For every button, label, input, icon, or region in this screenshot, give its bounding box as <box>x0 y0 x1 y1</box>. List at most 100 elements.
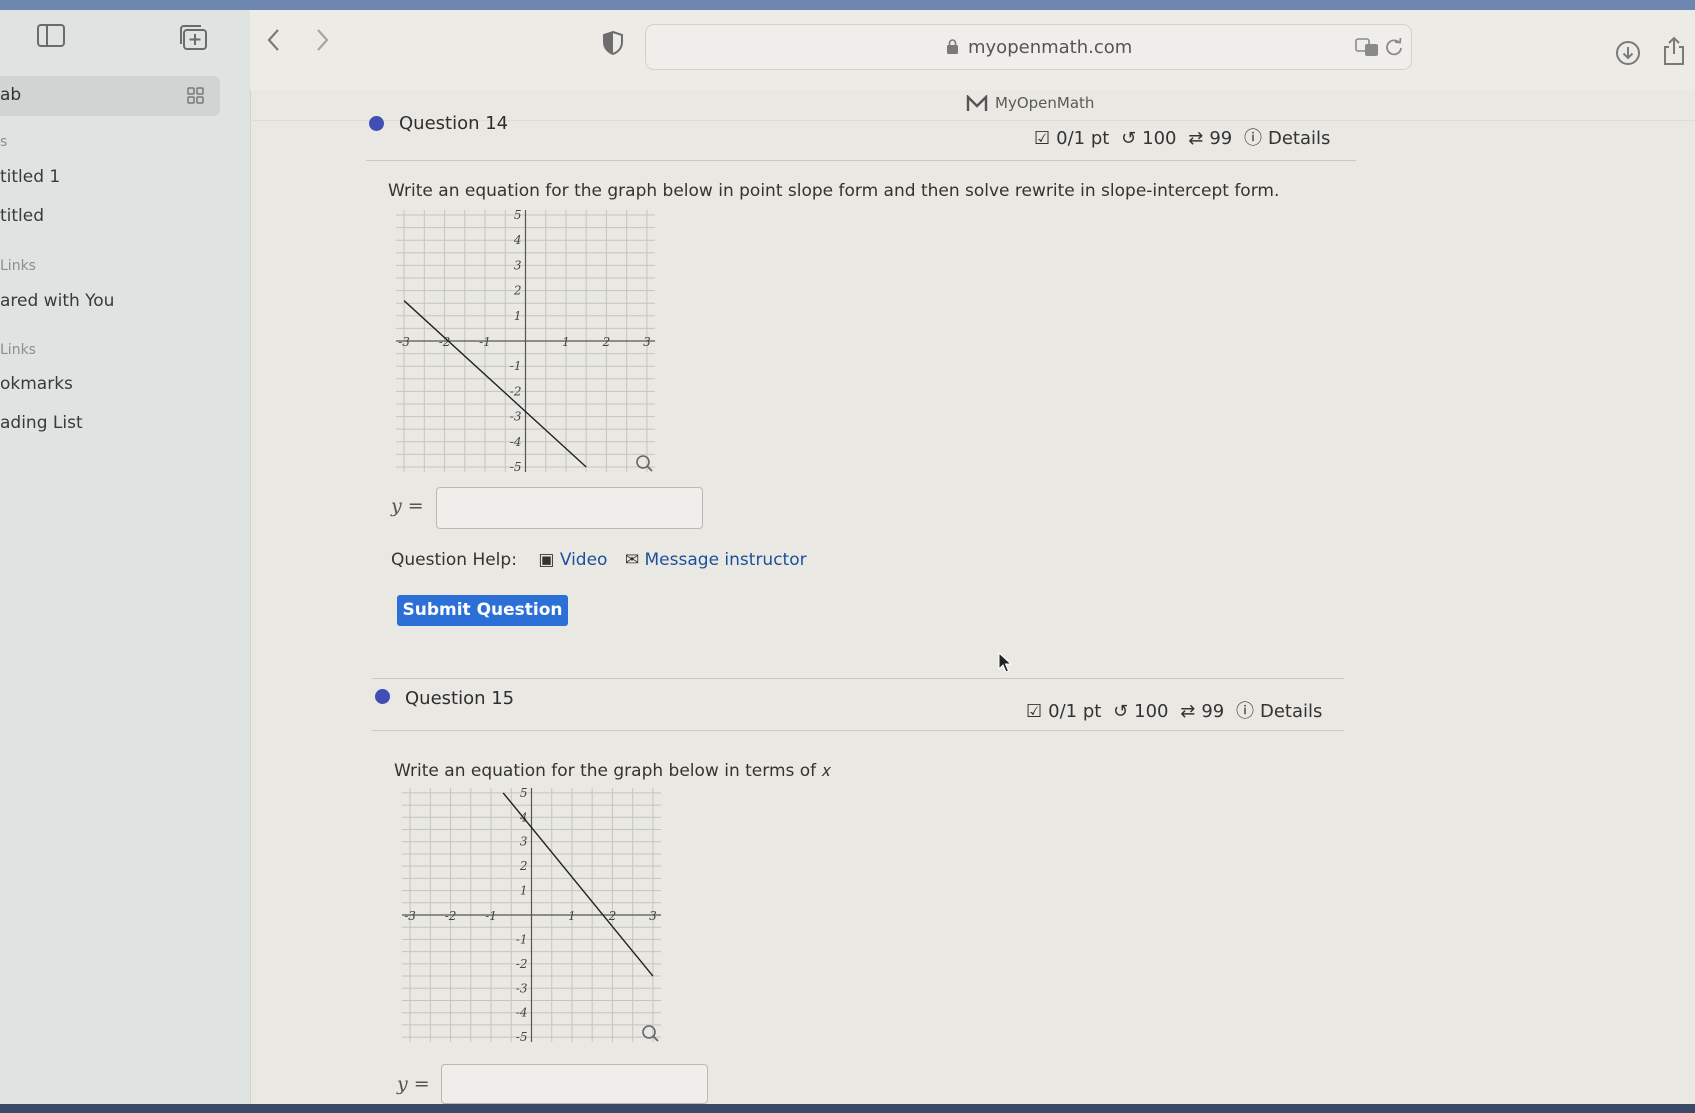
y-tick-label: -4 <box>516 1006 528 1020</box>
x-tick-label: -3 <box>404 909 416 923</box>
mail-icon[interactable]: ✉ <box>625 550 639 570</box>
forward-icon[interactable] <box>312 26 332 54</box>
message-instructor-link[interactable]: Message instructor <box>645 550 807 570</box>
retry-icon: ↺ <box>1121 128 1137 149</box>
question-14-retries: 100 <box>1142 128 1177 149</box>
y-tick-label: -5 <box>510 460 522 474</box>
question-14-meta: ☑ 0/1 pt ↺ 100 ⇄ 99 ⓘ Details <box>1034 124 1336 150</box>
address-bar[interactable]: myopenmath.com <box>645 24 1412 70</box>
myopenmath-logo-icon <box>966 95 988 111</box>
score-icon: ☑ <box>1034 128 1051 149</box>
y-tick-label: -1 <box>516 932 528 946</box>
y-tick-label: 1 <box>514 309 522 323</box>
question-14-divider <box>366 160 1356 161</box>
y-tick-label: 1 <box>520 884 528 898</box>
sidebar-item-untitled-1[interactable]: titled 1 <box>0 167 60 187</box>
x-tick-label: -1 <box>479 335 491 349</box>
question-15-divider <box>372 730 1344 731</box>
sidebar-tab-row[interactable]: ab <box>0 76 220 116</box>
question-15-details-link[interactable]: Details <box>1260 701 1322 722</box>
y-tick-label: -5 <box>516 1030 528 1044</box>
y-tick-label: 3 <box>520 835 528 849</box>
sidebar-item-reading-list[interactable]: ading List <box>0 413 83 433</box>
y-tick-label: -4 <box>510 435 522 449</box>
back-icon[interactable] <box>264 26 284 54</box>
attempts-icon: ⇄ <box>1188 128 1204 149</box>
y-tick-label: 5 <box>514 208 522 222</box>
question-15-retries: 100 <box>1134 701 1169 722</box>
x-tick-label: 3 <box>643 335 651 349</box>
question-15-answer-label: y = <box>397 1073 430 1095</box>
sidebar-item-shared-with-you[interactable]: ared with You <box>0 291 114 311</box>
question-14-answer-label: y = <box>391 495 424 517</box>
lock-icon <box>947 39 958 54</box>
score-icon: ☑ <box>1026 701 1043 722</box>
screen-top-bar <box>0 0 1695 10</box>
y-tick-label: -2 <box>510 384 522 398</box>
question-14-answer-input[interactable] <box>436 487 703 529</box>
sidebar-section-tab-groups: s <box>0 134 8 150</box>
y-tick-label: 3 <box>514 258 522 272</box>
sidebar-section-shared-links: Links <box>0 258 36 274</box>
question-15-attempts: 99 <box>1201 701 1225 722</box>
question-14-status-dot <box>369 116 384 131</box>
x-tick-label: 3 <box>649 909 657 923</box>
question-15-prompt: Write an equation for the graph below in… <box>394 761 832 781</box>
question-14-details-link[interactable]: Details <box>1268 128 1330 149</box>
submit-question-button[interactable]: Submit Question <box>397 595 568 626</box>
question-15-answer-input[interactable] <box>441 1064 708 1104</box>
question-15-meta: ☑ 0/1 pt ↺ 100 ⇄ 99 ⓘ Details <box>1026 697 1328 723</box>
screen-bottom-bar <box>0 1104 1695 1113</box>
info-icon[interactable]: ⓘ <box>1244 128 1262 149</box>
question-14-attempts: 99 <box>1209 128 1233 149</box>
question-15-top-divider <box>372 678 1344 679</box>
question-15-status-dot <box>375 689 390 704</box>
sidebar-toggle-icon[interactable] <box>36 22 68 50</box>
x-tick-label: 1 <box>568 909 576 923</box>
y-tick-label: 2 <box>519 859 528 873</box>
question-help-label: Question Help: <box>391 550 517 570</box>
x-tick-label: 2 <box>602 335 611 349</box>
video-icon[interactable]: ▣ <box>538 550 554 570</box>
sidebar: ab s titled 1 titled Links ared with You… <box>0 10 251 1104</box>
question-15-title: Question 15 <box>405 688 515 709</box>
mouse-cursor-icon <box>998 652 1012 673</box>
site-title: MyOpenMath <box>995 94 1095 112</box>
y-tick-label: -2 <box>516 957 528 971</box>
question-14-points: 0/1 pt <box>1056 128 1110 149</box>
translate-icon[interactable] <box>1355 37 1379 57</box>
new-tab-group-icon[interactable] <box>178 24 210 52</box>
attempts-icon: ⇄ <box>1180 701 1196 722</box>
y-tick-label: -1 <box>510 359 522 373</box>
browser-toolbar: myopenmath.com <box>250 10 1695 90</box>
y-tick-label: -3 <box>516 981 528 995</box>
x-tick-label: 1 <box>562 335 570 349</box>
question-14-help: Question Help: ▣ Video ✉ Message instruc… <box>391 550 807 570</box>
y-tick-label: 4 <box>513 233 522 247</box>
y-tick-label: 5 <box>520 786 528 800</box>
tab-overview-icon[interactable] <box>186 86 206 106</box>
question-15-points: 0/1 pt <box>1048 701 1102 722</box>
x-tick-label: -1 <box>485 909 497 923</box>
sidebar-item-untitled[interactable]: titled <box>0 206 44 226</box>
question-14-prompt: Write an equation for the graph below in… <box>388 181 1280 201</box>
retry-icon: ↺ <box>1113 701 1129 722</box>
info-icon[interactable]: ⓘ <box>1236 701 1254 722</box>
url-text: myopenmath.com <box>968 37 1133 58</box>
downloads-icon[interactable] <box>1615 40 1641 66</box>
question-14-title: Question 14 <box>399 113 509 134</box>
question-14-graph[interactable]: -3 -2 -1 1 2 354321-1-2-3-4-5 <box>388 202 663 480</box>
x-tick-label: 2 <box>608 909 617 923</box>
sidebar-tab-label: ab <box>0 85 22 105</box>
x-tick-label: -2 <box>445 909 457 923</box>
x-tick-label: -3 <box>398 335 410 349</box>
sidebar-item-bookmarks[interactable]: okmarks <box>0 374 73 394</box>
question-15-graph[interactable]: -3-2-112354321-1-2-3-4-5 <box>394 780 669 1050</box>
video-link[interactable]: Video <box>560 550 608 570</box>
privacy-shield-icon[interactable] <box>602 30 624 56</box>
sidebar-section-links: Links <box>0 342 36 358</box>
y-tick-label: -3 <box>510 410 522 424</box>
reload-icon[interactable] <box>1384 37 1404 57</box>
y-tick-label: 2 <box>513 284 522 298</box>
share-icon[interactable] <box>1662 36 1686 66</box>
